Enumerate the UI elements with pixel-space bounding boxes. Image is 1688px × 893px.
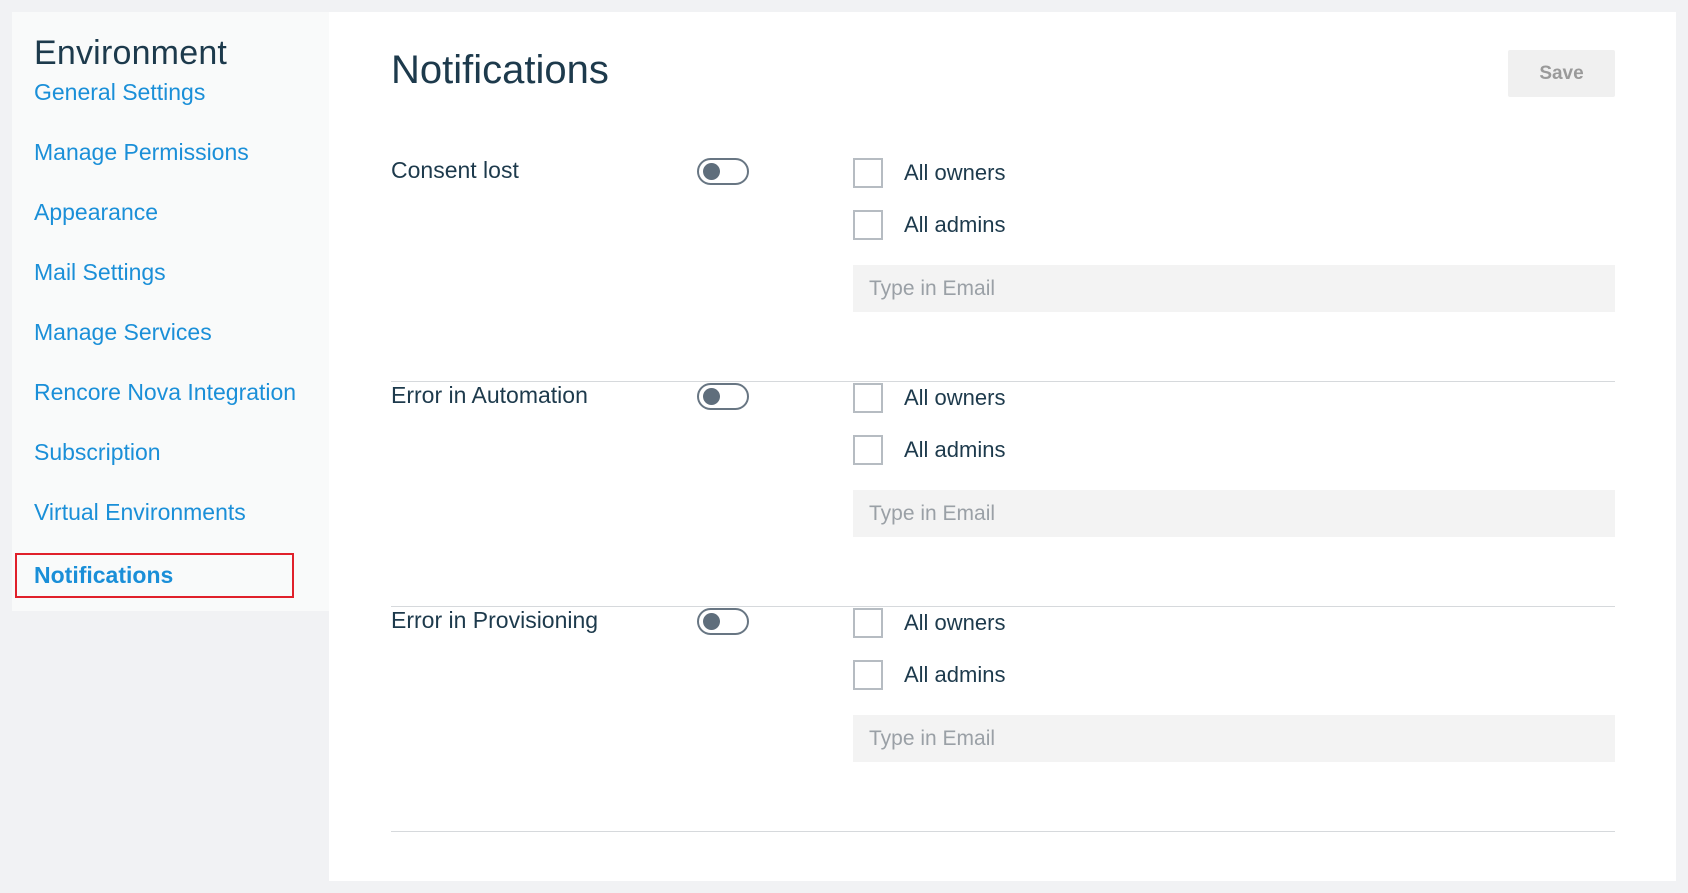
all-admins-checkbox[interactable] [853, 210, 883, 240]
all-owners-checkbox[interactable] [853, 158, 883, 188]
toggle-knob [703, 613, 720, 630]
sidebar-title: Environment [34, 34, 228, 72]
all-admins-checkbox[interactable] [853, 435, 883, 465]
notification-toggle[interactable] [697, 383, 749, 410]
all-owners-label: All owners [904, 385, 1006, 410]
email-input[interactable] [853, 715, 1615, 762]
email-input[interactable] [853, 265, 1615, 312]
save-button[interactable]: Save [1508, 50, 1615, 97]
notification-section-error-in-automation: Error in Automation All owners All admin… [391, 382, 1615, 607]
sidebar-item-rencore-nova-integration[interactable]: Rencore Nova Integration [34, 379, 296, 406]
all-admins-label: All admins [904, 662, 1006, 687]
all-owners-checkbox[interactable] [853, 608, 883, 638]
all-admins-label: All admins [904, 437, 1006, 462]
all-admins-checkbox[interactable] [853, 660, 883, 690]
section-label: Error in Automation [391, 382, 588, 408]
sidebar-item-virtual-environments[interactable]: Virtual Environments [34, 499, 246, 526]
section-label: Error in Provisioning [391, 607, 599, 633]
notification-section-consent-lost: Consent lost All owners All admins [391, 157, 1615, 382]
sidebar-item-manage-permissions[interactable]: Manage Permissions [34, 139, 249, 166]
sidebar-item-general-settings[interactable]: General Settings [34, 79, 205, 106]
sidebar-item-mail-settings[interactable]: Mail Settings [34, 259, 166, 286]
notification-toggle[interactable] [697, 158, 749, 185]
sidebar-item-appearance[interactable]: Appearance [34, 199, 158, 226]
toggle-knob [703, 163, 720, 180]
sidebar-item-notifications[interactable]: Notifications [15, 553, 294, 598]
section-label: Consent lost [391, 157, 519, 183]
all-owners-checkbox[interactable] [853, 383, 883, 413]
notification-toggle[interactable] [697, 608, 749, 635]
main-panel: Notifications Save Consent lost All owne… [329, 12, 1676, 881]
email-input[interactable] [853, 490, 1615, 537]
page-title: Notifications [391, 48, 609, 92]
all-owners-label: All owners [904, 610, 1006, 635]
sidebar-item-subscription[interactable]: Subscription [34, 439, 161, 466]
toggle-knob [703, 388, 720, 405]
sidebar-item-manage-services[interactable]: Manage Services [34, 319, 212, 346]
sidebar: Environment General Settings Manage Perm… [12, 12, 329, 611]
notification-section-error-in-provisioning: Error in Provisioning All owners All adm… [391, 607, 1615, 832]
all-owners-label: All owners [904, 160, 1006, 185]
all-admins-label: All admins [904, 212, 1006, 237]
